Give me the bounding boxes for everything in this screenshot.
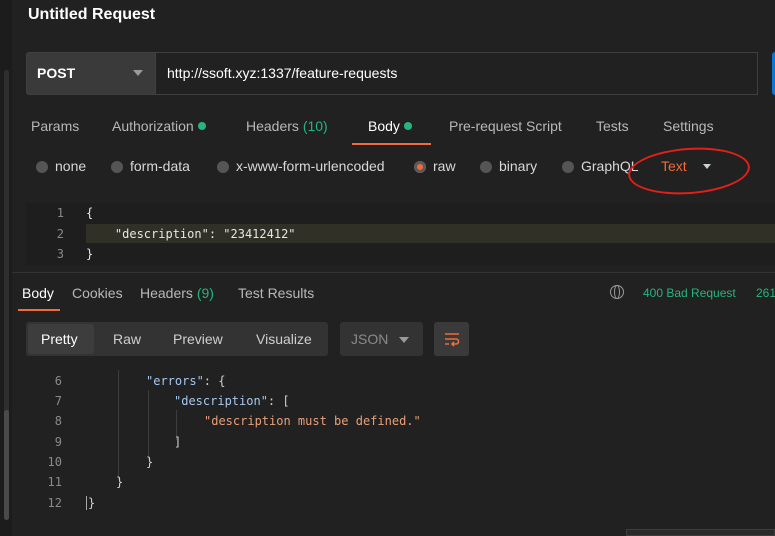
wrap-lines-icon <box>445 333 460 347</box>
tab-label: Settings <box>663 118 714 134</box>
line-number: 8 <box>54 414 62 428</box>
json-key: "errors" <box>146 374 204 388</box>
status-dot-icon <box>197 122 206 130</box>
closing-brace: } <box>146 455 154 469</box>
tab-label: Headers <box>140 285 193 301</box>
tab-label: Params <box>31 118 80 134</box>
response-error-message: "description must be defined." <box>204 414 421 428</box>
status-dot-icon <box>403 122 412 130</box>
view-raw-button[interactable]: Raw <box>113 331 141 347</box>
chevron-down-icon <box>133 70 143 76</box>
tab-authorization[interactable]: Authorization <box>112 118 206 134</box>
indent-guide <box>148 390 149 460</box>
url-text: http://ssoft.xyz:1337/feature-requests <box>167 65 398 81</box>
response-line-description: "description": [ <box>174 394 290 408</box>
view-preview-button[interactable]: Preview <box>173 331 223 347</box>
response-tab-test-results[interactable]: Test Results <box>238 285 314 301</box>
json-key: "description" <box>174 394 268 408</box>
tab-body[interactable]: Body <box>368 118 412 134</box>
closing-brace: } <box>116 475 124 489</box>
tab-label: Pre-request Script <box>449 118 562 134</box>
request-title[interactable]: Untitled Request <box>28 6 155 24</box>
line-number: 2 <box>56 227 64 241</box>
tab-pre-request-script[interactable]: Pre-request Script <box>449 118 562 134</box>
radio-form-data[interactable] <box>111 161 123 173</box>
radio-raw[interactable] <box>414 161 426 173</box>
view-visualize-button[interactable]: Visualize <box>256 331 312 347</box>
code-line: } <box>86 247 94 261</box>
tab-tests[interactable]: Tests <box>596 118 629 134</box>
tab-headers[interactable]: Headers (10) <box>246 118 328 134</box>
view-pretty-button[interactable]: Pretty <box>41 331 78 347</box>
tab-label: Authorization <box>112 118 194 134</box>
method-label: POST <box>37 65 76 81</box>
indent-guide <box>118 370 119 480</box>
tab-label: Body <box>368 118 400 134</box>
response-line-errors: "errors": { <box>146 374 226 388</box>
line-number: 12 <box>47 496 62 510</box>
radio-x-www-form-urlencoded[interactable] <box>217 161 229 173</box>
line-number: 7 <box>54 394 62 408</box>
line-number: 1 <box>56 206 64 220</box>
radio-label-none[interactable]: none <box>55 158 86 174</box>
chevron-down-icon <box>399 337 409 343</box>
closing-brace: } <box>86 496 96 510</box>
response-tab-cookies[interactable]: Cookies <box>72 285 123 301</box>
format-label: JSON <box>351 331 389 347</box>
radio-label-raw[interactable]: raw <box>433 158 456 174</box>
code-line: { <box>86 206 94 220</box>
response-tab-body[interactable]: Body <box>22 285 54 301</box>
headers-count: (10) <box>302 118 328 134</box>
radio-graphql[interactable] <box>562 161 574 173</box>
closing-bracket: ] <box>174 435 182 449</box>
line-number: 9 <box>54 435 62 449</box>
globe-icon[interactable] <box>610 285 624 299</box>
annotation-circle <box>626 143 752 199</box>
line-number: 6 <box>54 374 62 388</box>
radio-none[interactable] <box>36 161 48 173</box>
response-tab-headers[interactable]: Headers (9) <box>140 285 214 301</box>
panel-divider[interactable] <box>12 272 775 273</box>
radio-label-form-data[interactable]: form-data <box>130 158 190 174</box>
response-time[interactable]: 261 <box>756 286 775 300</box>
scroll-thumb[interactable] <box>4 410 9 520</box>
line-number: 11 <box>47 475 62 489</box>
tab-settings[interactable]: Settings <box>663 118 714 134</box>
radio-binary[interactable] <box>480 161 492 173</box>
status-code[interactable]: 400 Bad Request <box>643 286 736 300</box>
headers-count: (9) <box>196 285 214 301</box>
line-number: 10 <box>47 455 62 469</box>
horizontal-scrollbar[interactable] <box>626 529 775 536</box>
active-tab-indicator <box>18 309 60 311</box>
tab-label: Tests <box>596 118 629 134</box>
radio-label-binary[interactable]: binary <box>499 158 537 174</box>
tab-params[interactable]: Params <box>31 118 79 134</box>
radio-label-urlencoded[interactable]: x-www-form-urlencoded <box>236 158 385 174</box>
active-tab-indicator <box>352 143 431 145</box>
line-number: 3 <box>56 247 64 261</box>
code-line: "description": "23412412" <box>86 227 296 241</box>
tab-label: Headers <box>246 118 299 134</box>
